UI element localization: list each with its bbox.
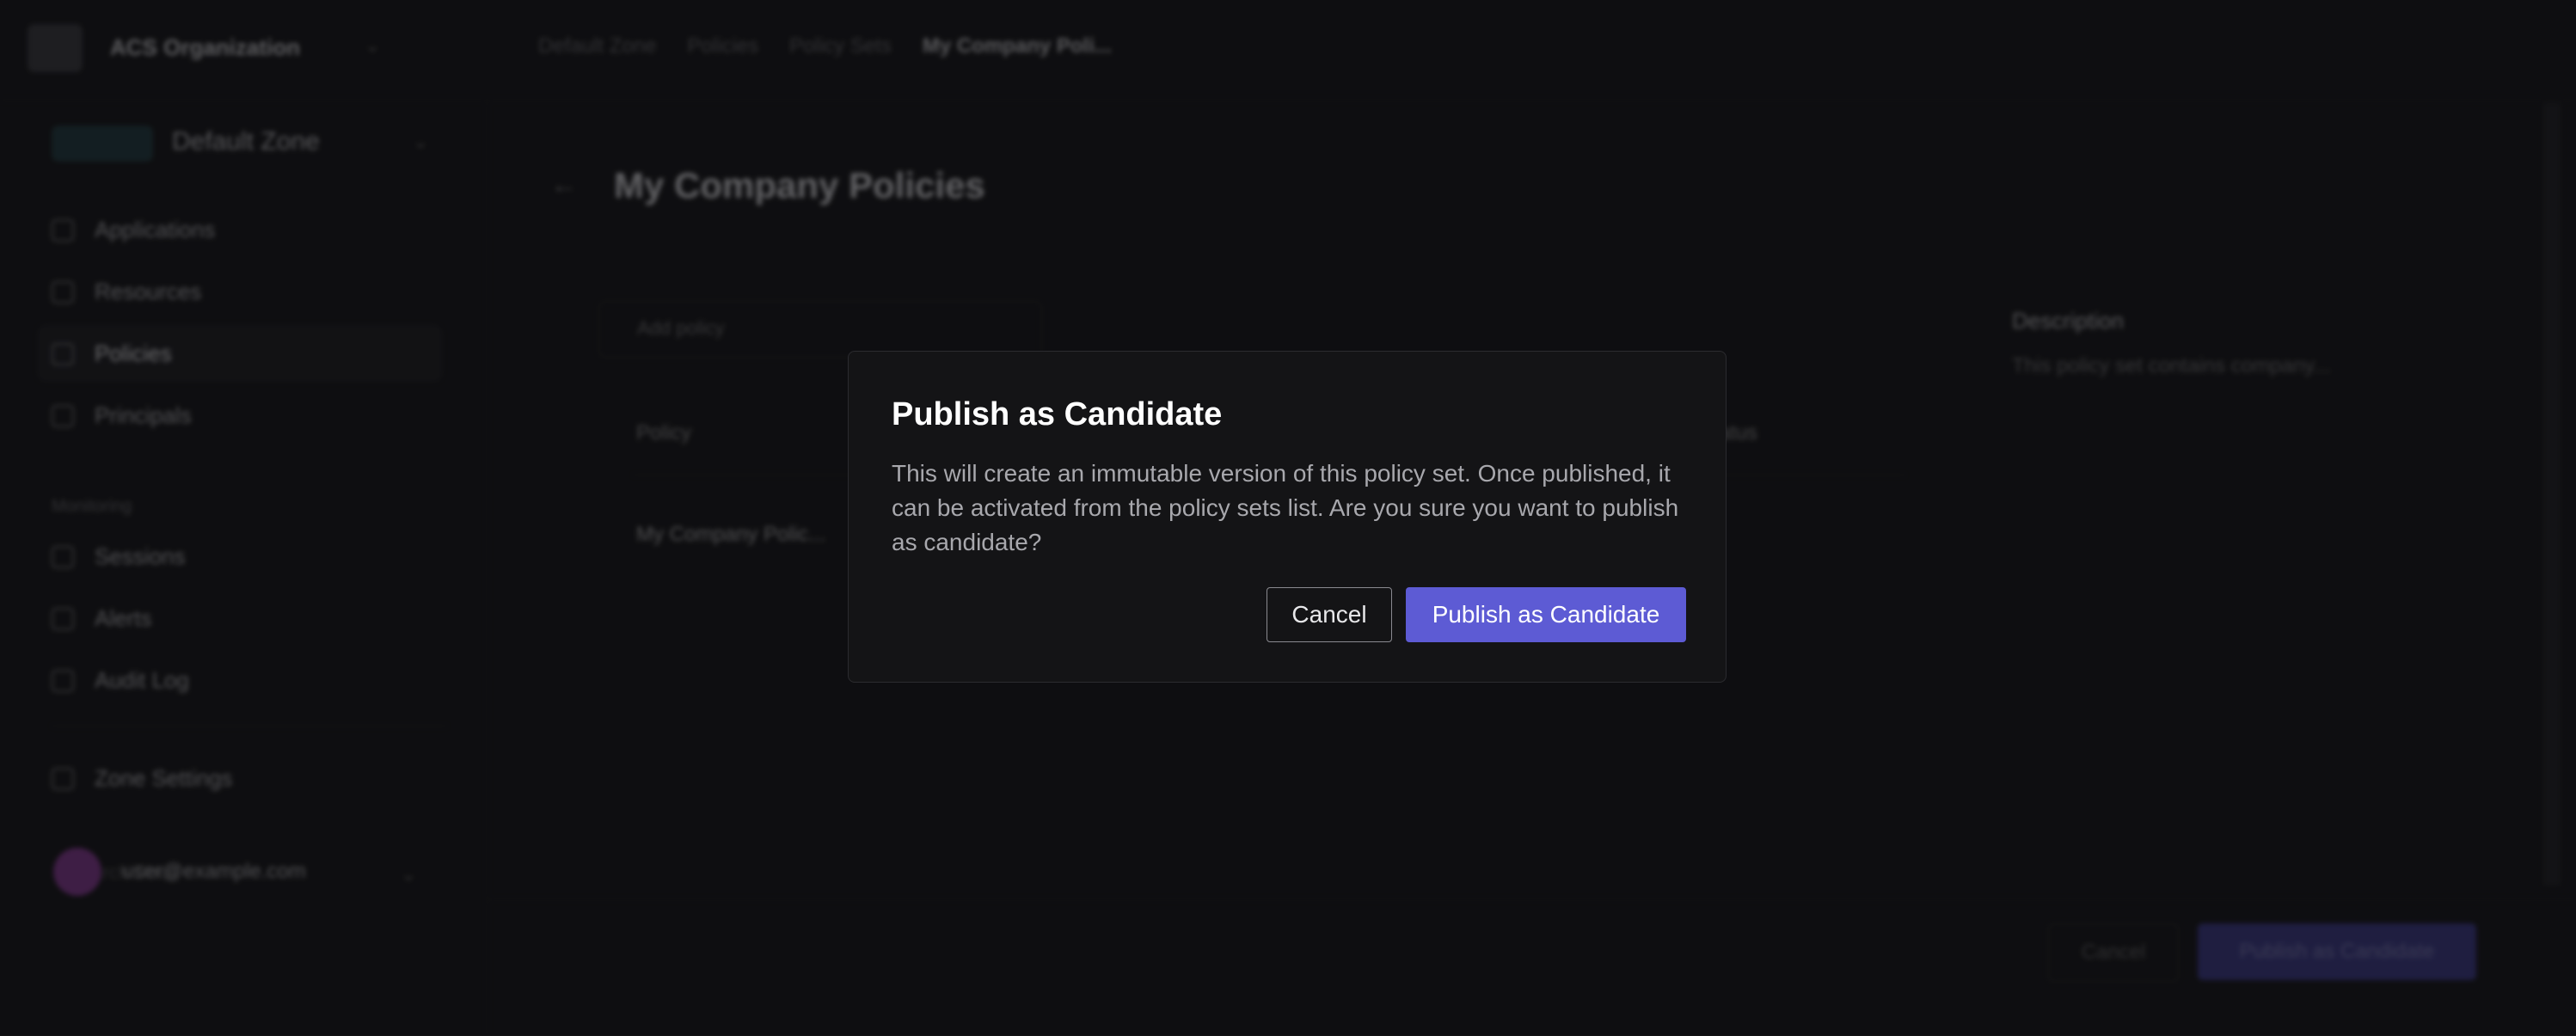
dialog-body: This will create an immutable version of…: [892, 460, 1679, 555]
cancel-button[interactable]: Cancel: [1267, 587, 1392, 642]
publish-dialog: Publish as Candidate This will create an…: [848, 351, 1727, 683]
dialog-title: Publish as Candidate: [892, 396, 1223, 432]
publish-as-candidate-button[interactable]: Publish as Candidate: [1406, 587, 1686, 642]
